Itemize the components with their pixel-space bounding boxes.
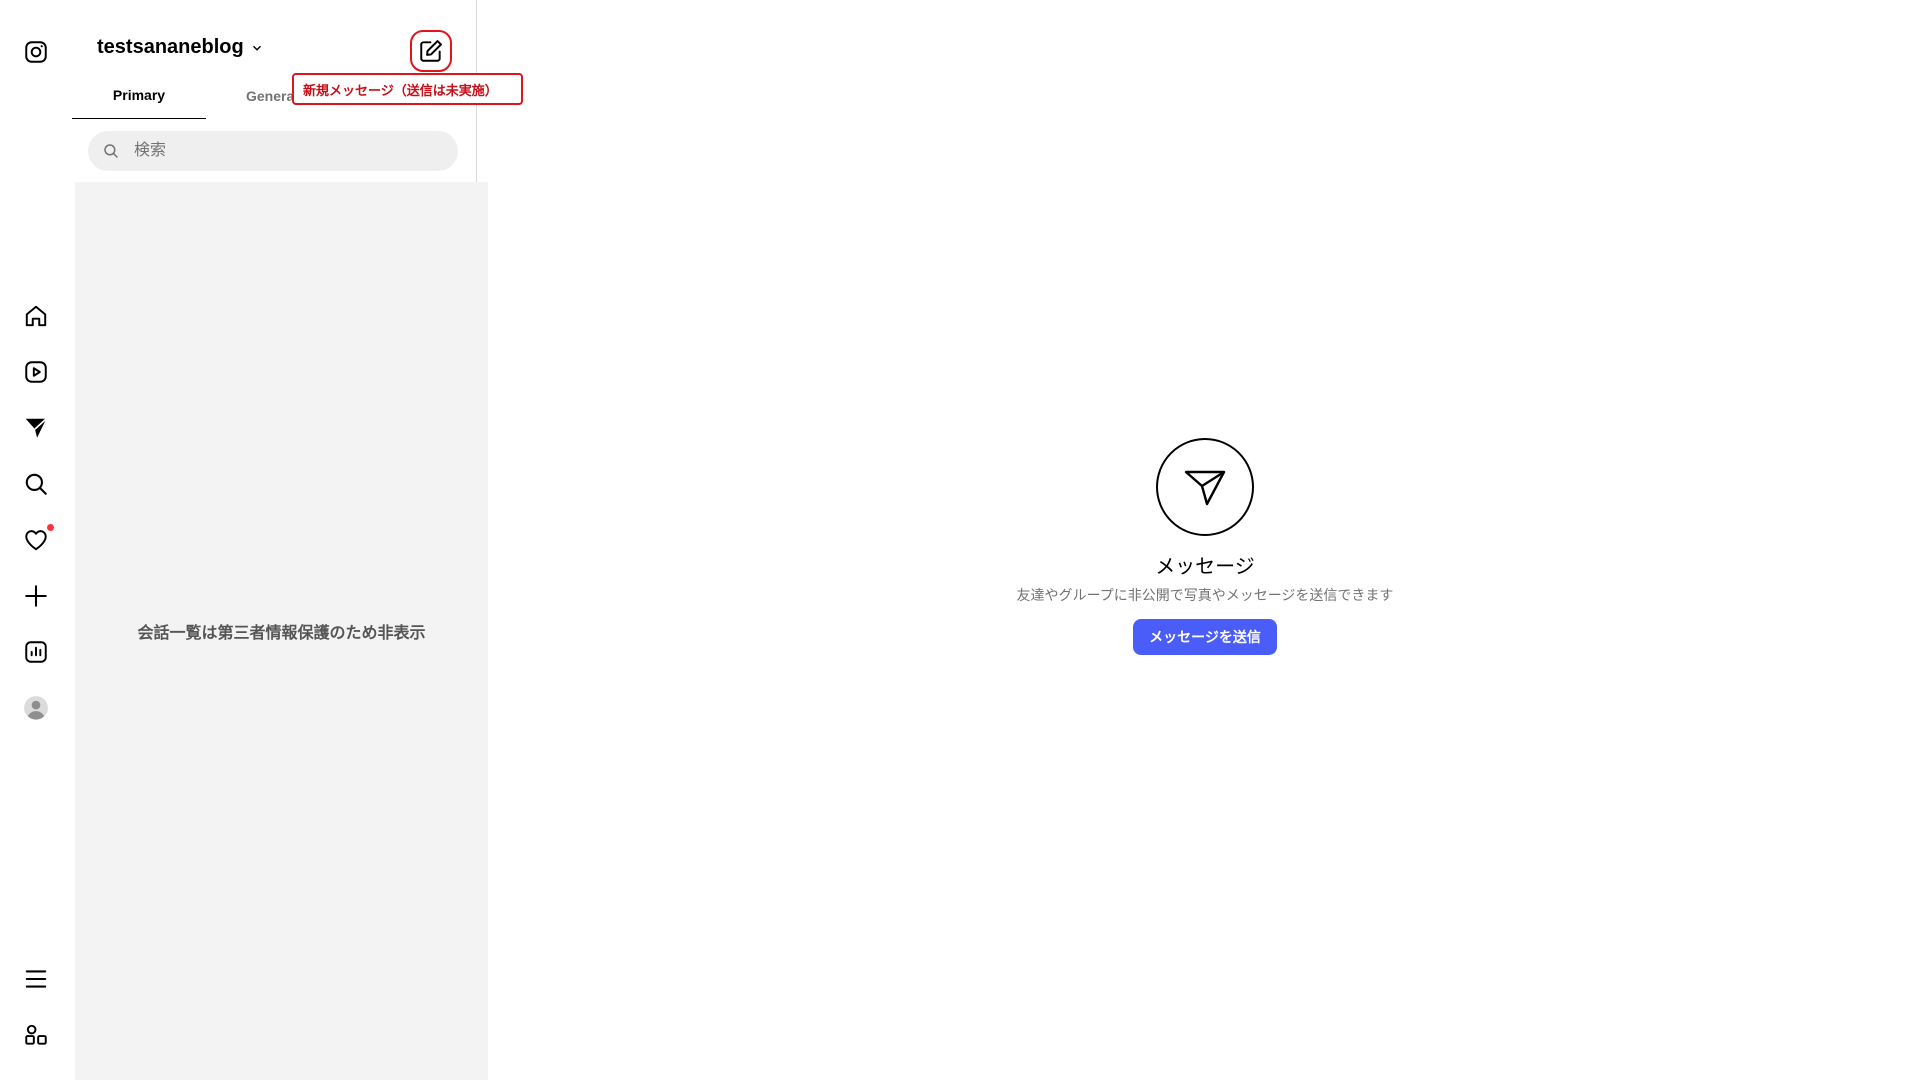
home-icon[interactable] — [22, 302, 50, 330]
messages-icon[interactable] — [22, 414, 50, 442]
empty-state-illustration — [1156, 438, 1254, 536]
annotation-callout: 新規メッセージ（送信は未実施） — [292, 73, 523, 105]
profile-avatar-icon[interactable] — [22, 694, 50, 722]
send-message-button[interactable]: メッセージを送信 — [1133, 619, 1277, 655]
search-input[interactable] — [132, 141, 436, 161]
account-name: testsananeblog — [97, 36, 244, 58]
paper-plane-icon — [1184, 470, 1226, 506]
search-field-icon — [104, 144, 118, 158]
chevron-down-icon — [252, 45, 261, 51]
tab-general[interactable]: General — [246, 84, 298, 118]
new-message-button[interactable] — [410, 30, 452, 72]
search-box[interactable] — [88, 131, 458, 171]
tab-primary[interactable]: Primary — [72, 84, 206, 119]
compose-icon — [420, 40, 442, 62]
notification-dot — [47, 524, 54, 531]
create-plus-icon[interactable] — [22, 582, 50, 610]
conversation-list-redaction: 会話一覧は第三者情報保護のため非表示 — [75, 182, 488, 1080]
reels-icon[interactable] — [22, 358, 50, 386]
menu-icon[interactable] — [22, 965, 50, 993]
account-switcher[interactable]: testsananeblog — [97, 36, 264, 59]
redaction-notice: 会話一覧は第三者情報保護のため非表示 — [137, 625, 426, 642]
left-nav-rail — [0, 0, 72, 1080]
search-icon[interactable] — [22, 470, 50, 498]
notifications-heart-icon[interactable] — [22, 524, 54, 554]
empty-state-title: メッセージ — [1155, 556, 1255, 578]
messages-empty-state: メッセージ 友達やグループに非公開で写真やメッセージを送信できます メッセージを… — [940, 438, 1470, 655]
more-apps-icon[interactable] — [22, 1021, 50, 1049]
instagram-logo-icon[interactable] — [22, 38, 50, 66]
empty-state-subtitle: 友達やグループに非公開で写真やメッセージを送信できます — [1016, 587, 1394, 603]
insights-icon[interactable] — [22, 638, 50, 666]
